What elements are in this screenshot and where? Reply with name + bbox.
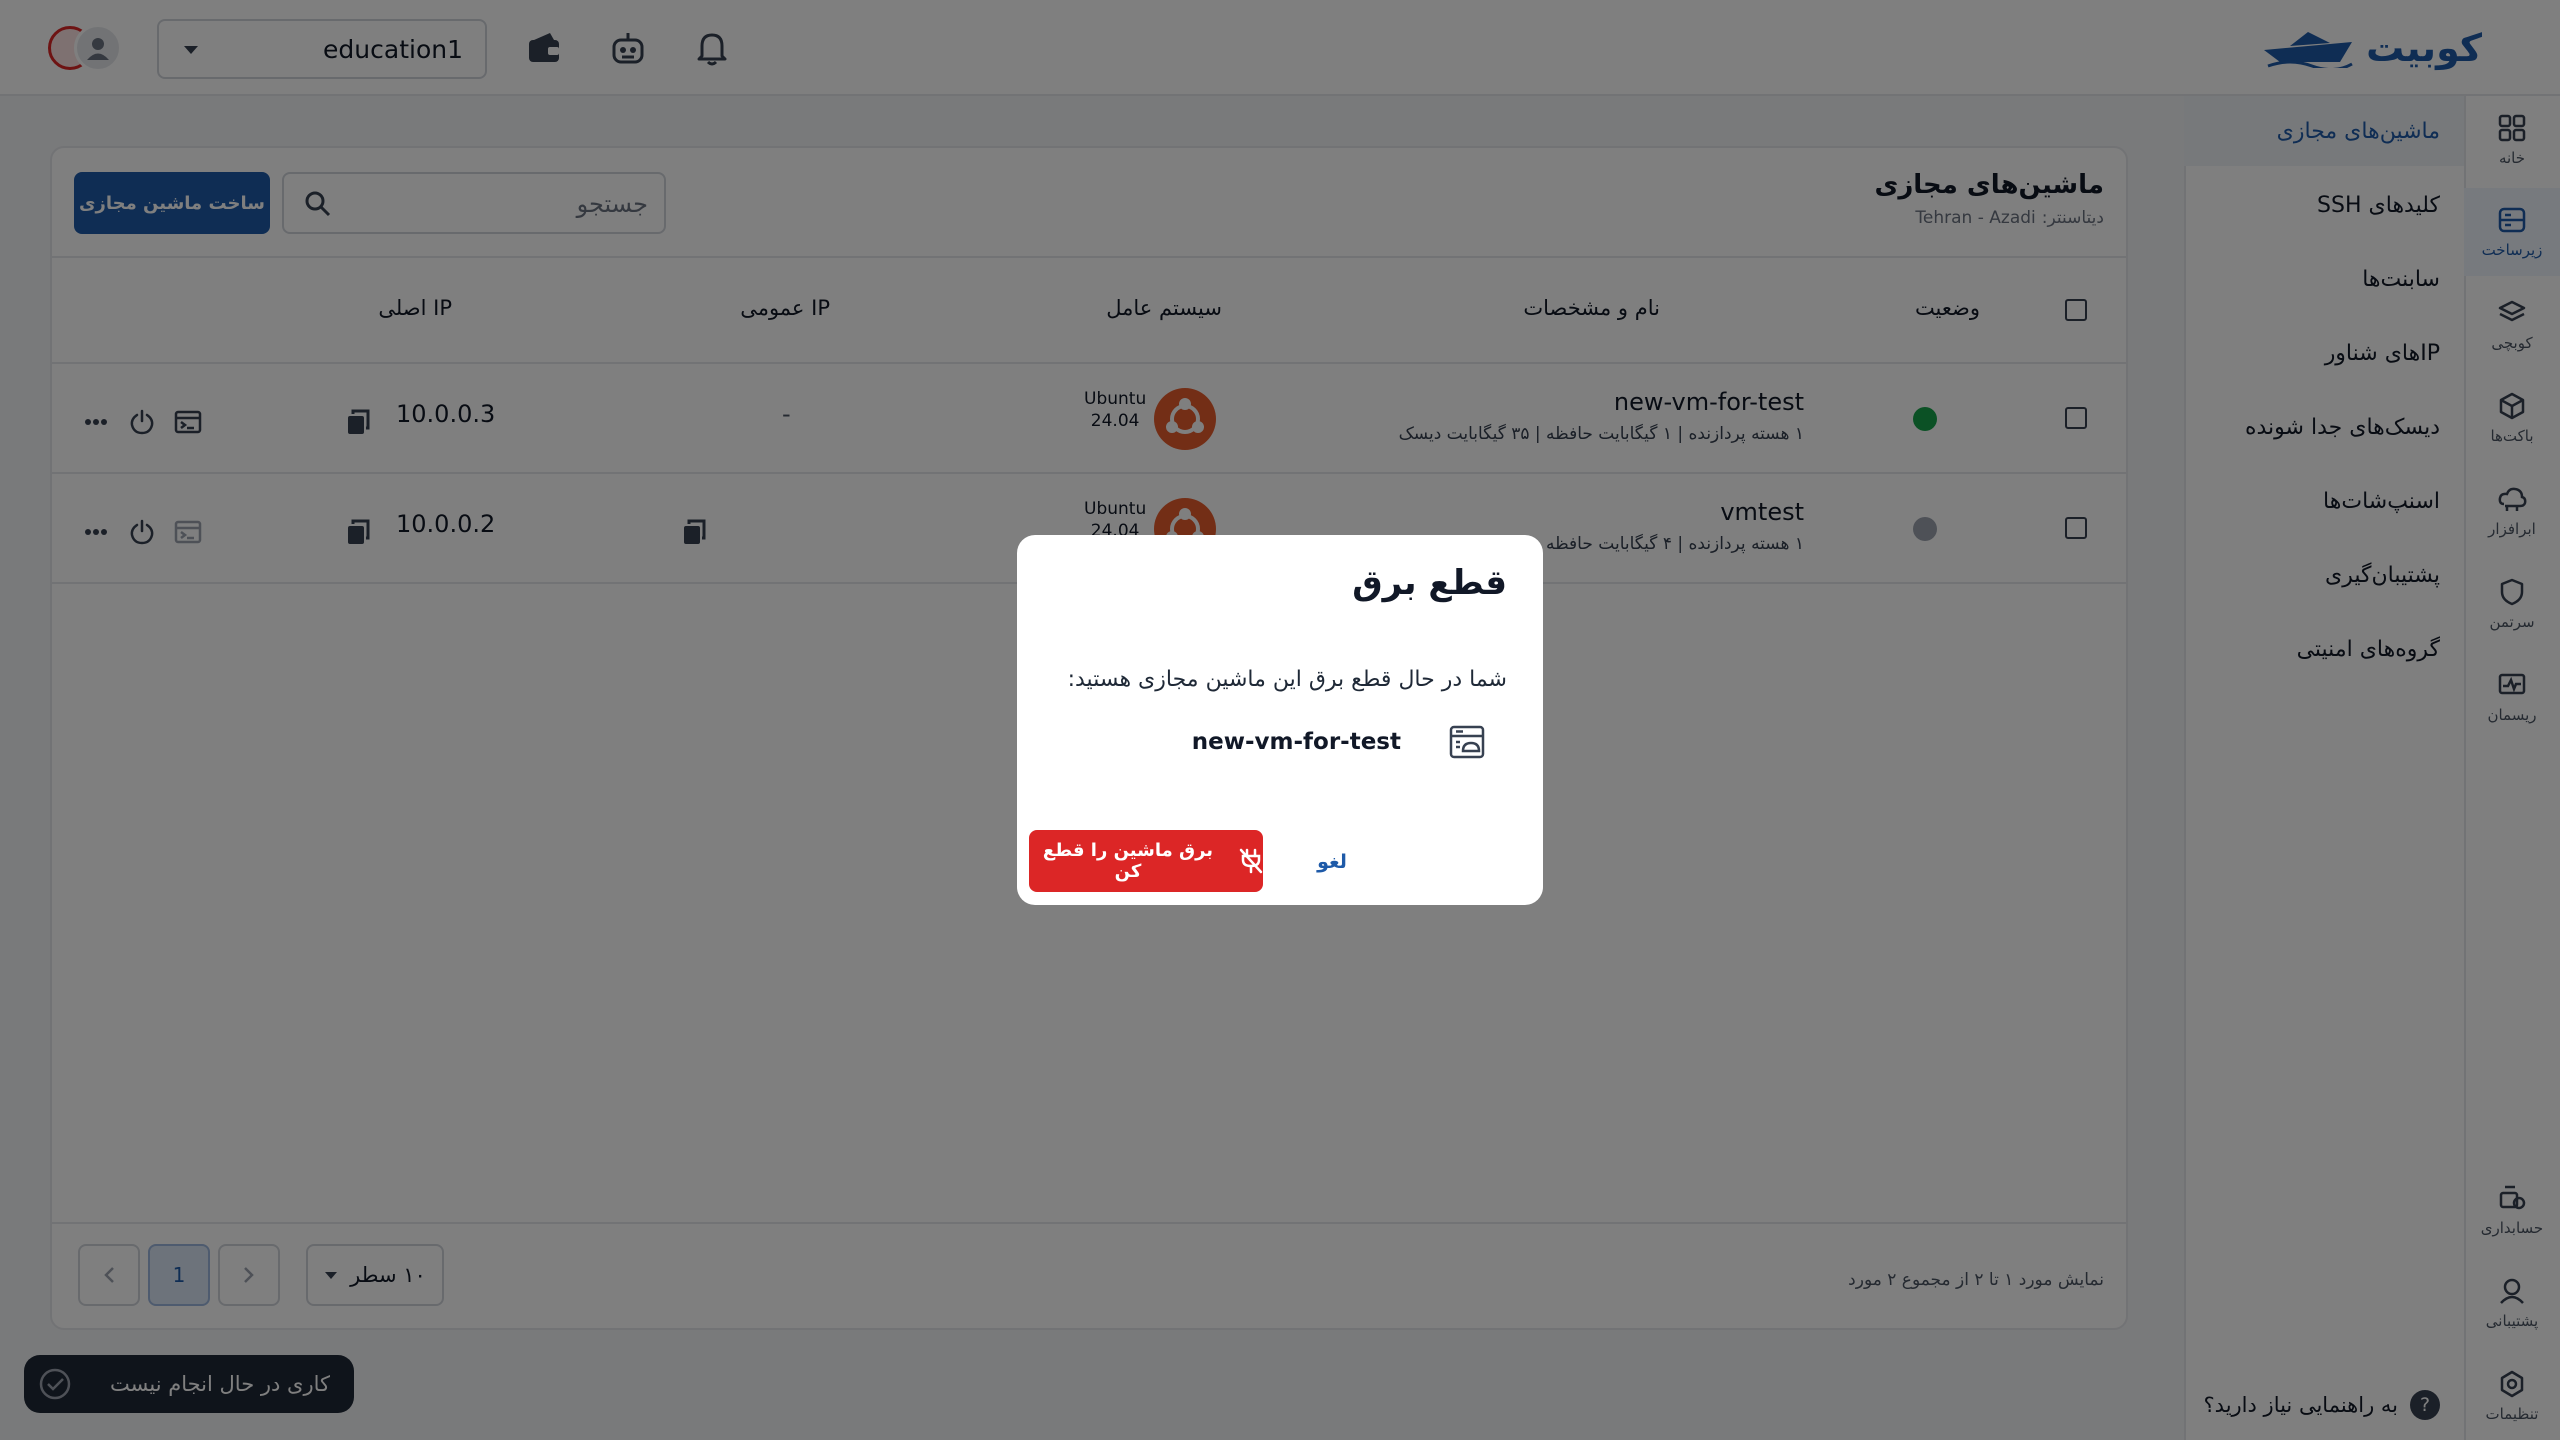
dialog-message: شما در حال قطع برق این ماشین مجازی هستید… — [1067, 667, 1507, 692]
dialog-vm: new-vm-for-test — [1192, 725, 1485, 759]
cancel-button[interactable]: لغو — [1287, 840, 1377, 884]
power-off-dialog: قطع برق شما در حال قطع برق این ماشین مجا… — [1017, 535, 1543, 905]
dialog-title: قطع برق — [1352, 563, 1507, 603]
vm-card-icon — [1449, 725, 1485, 759]
dialog-vm-name: new-vm-for-test — [1191, 729, 1401, 755]
confirm-power-off-button[interactable]: برق ماشین را قطع کن — [1029, 830, 1263, 892]
confirm-power-off-label: برق ماشین را قطع کن — [1042, 840, 1214, 882]
plug-off-icon — [1239, 848, 1263, 874]
